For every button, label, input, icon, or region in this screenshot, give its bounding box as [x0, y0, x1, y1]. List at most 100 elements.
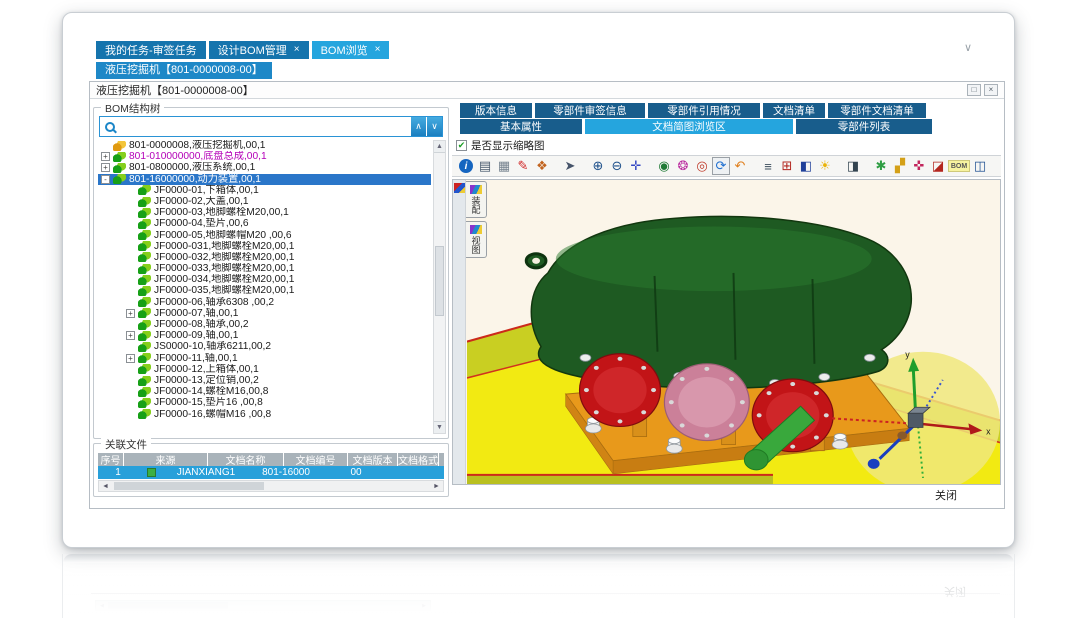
expander-icon[interactable]	[126, 376, 135, 385]
info-icon[interactable]: i	[459, 159, 473, 173]
light-icon[interactable]: ☀	[816, 157, 834, 175]
info-tab[interactable]: 版本信息	[460, 103, 532, 118]
section-icon[interactable]: ◪	[929, 157, 947, 175]
close-button[interactable]: 关闭	[935, 487, 957, 503]
viewer-side-tab[interactable]: 视图	[466, 221, 487, 258]
tree-node[interactable]: JF0000-01,下箱体,00,1	[98, 185, 431, 196]
info-tab[interactable]: 文档清单	[763, 103, 825, 118]
expander-icon[interactable]	[126, 398, 135, 407]
tree-node[interactable]: JF0000-033,地脚螺栓M20,00,1	[98, 263, 431, 274]
snapshot-icon[interactable]: ◨	[844, 157, 862, 175]
tree-node[interactable]: JF0000-035,地脚螺栓M20,00,1	[98, 285, 431, 296]
markup-icon[interactable]: ❖	[533, 157, 551, 175]
zoom-window-icon[interactable]: ◉	[655, 157, 673, 175]
tree-node[interactable]: JF0000-14,螺栓M16,00,8	[98, 386, 431, 397]
edit-pen-icon[interactable]: ✎	[514, 157, 532, 175]
tree-node[interactable]: JF0000-16,螺帽M16 ,00,8	[98, 409, 431, 420]
tree-node[interactable]: JS0000-10,轴承6211,00,2	[98, 341, 431, 352]
scroll-thumb[interactable]	[435, 246, 444, 316]
close-icon[interactable]: ×	[984, 84, 998, 96]
expander-icon[interactable]	[126, 197, 135, 206]
bom-icon[interactable]: BOM	[948, 160, 970, 172]
expander-icon[interactable]: +	[126, 331, 135, 340]
expander-icon[interactable]: -	[101, 175, 110, 184]
zoom-in-icon[interactable]: ⊕	[589, 157, 607, 175]
main-tab[interactable]: 我的任务-审签任务	[96, 41, 206, 59]
expander-icon[interactable]	[126, 298, 135, 307]
expander-icon[interactable]	[126, 231, 135, 240]
tree-node[interactable]: JF0000-05,地脚螺帽M20 ,00,6	[98, 230, 431, 241]
expander-icon[interactable]: +	[101, 152, 110, 161]
search-prev-icon[interactable]: ∧	[411, 117, 426, 136]
fit-window-icon[interactable]: ✛	[627, 157, 645, 175]
expander-icon[interactable]	[101, 141, 110, 150]
thumbnail-panel-icon[interactable]	[454, 183, 465, 193]
expander-icon[interactable]	[126, 264, 135, 273]
explode-icon[interactable]: ✱	[872, 157, 890, 175]
files-hscrollbar[interactable]: ◄ ►	[98, 480, 444, 492]
render-mode-icon[interactable]: ◧	[797, 157, 815, 175]
expander-icon[interactable]	[126, 287, 135, 296]
info-tab[interactable]: 基本属性	[460, 119, 582, 134]
tree-node[interactable]: 801-0000008,液压挖掘机,00,1	[98, 140, 431, 151]
tree-node[interactable]: + 801-0800000,液压系统,00,1	[98, 162, 431, 173]
tree-node[interactable]: + JF0000-07,轴,00,1	[98, 308, 431, 319]
tree-node[interactable]: JF0000-04,垫片,00,6	[98, 218, 431, 229]
main-tab[interactable]: 设计BOM管理 ×	[209, 41, 309, 59]
3d-viewer[interactable]: 装配 视图	[452, 179, 1001, 485]
tree-node[interactable]: + JF0000-09,轴,00,1	[98, 330, 431, 341]
zoom-select-icon[interactable]: ❂	[674, 157, 692, 175]
expander-icon[interactable]	[126, 342, 135, 351]
tree-node[interactable]: JF0000-03,地脚螺栓M20,00,1	[98, 207, 431, 218]
expander-icon[interactable]	[126, 253, 135, 262]
search-input[interactable]	[120, 117, 410, 136]
expander-icon[interactable]	[126, 320, 135, 329]
restore-icon[interactable]: □	[967, 84, 981, 96]
tree-node[interactable]: JF0000-02,大盖,00,1	[98, 196, 431, 207]
tree-node[interactable]: JF0000-08,轴承,00,2	[98, 319, 431, 330]
tree-node[interactable]: + 801-010000000,底盘总成,00,1	[98, 151, 431, 162]
tab-close-icon[interactable]: ×	[294, 45, 300, 55]
scroll-down-icon[interactable]: ▼	[434, 421, 445, 433]
tree-node[interactable]: + JF0000-11,轴,00,1	[98, 353, 431, 364]
preview-icon[interactable]: ▤	[476, 157, 494, 175]
rotate-icon[interactable]: ⟳	[712, 157, 730, 175]
scroll-left-icon[interactable]: ◄	[99, 483, 112, 490]
tree-node[interactable]: JF0000-06,轴承6308 ,00,2	[98, 297, 431, 308]
tab-close-icon[interactable]: ×	[375, 45, 381, 55]
info-tab[interactable]: 文档简图浏览区	[585, 119, 793, 134]
rotate-center-icon[interactable]: ◎	[693, 157, 711, 175]
expander-icon[interactable]: +	[101, 163, 110, 172]
main-tab[interactable]: BOM浏览 ×	[312, 41, 390, 59]
tree-scrollbar[interactable]: ▲ ▼	[433, 140, 446, 434]
expander-icon[interactable]	[126, 219, 135, 228]
info-tab[interactable]: 零部件审签信息	[535, 103, 645, 118]
scroll-right-icon[interactable]: ►	[430, 483, 443, 490]
view-undo-icon[interactable]: ↶	[731, 157, 749, 175]
viewer-side-tab[interactable]: 装配	[466, 181, 487, 218]
layers-icon[interactable]: ≡	[759, 157, 777, 175]
tree-node[interactable]: - 801-16000000,动力装置,00,1	[98, 174, 431, 185]
tree-node[interactable]: JF0000-031,地脚螺栓M20,00,1	[98, 241, 431, 252]
expander-icon[interactable]	[126, 186, 135, 195]
expander-icon[interactable]	[126, 365, 135, 374]
document-subtab[interactable]: 液压挖掘机【801-0000008-00】	[96, 62, 272, 79]
axis-icon[interactable]: ✜	[910, 157, 928, 175]
tree-node[interactable]: JF0000-15,垫片16 ,00,8	[98, 397, 431, 408]
tabbar-chevron-icon[interactable]: ∨	[964, 41, 972, 54]
expander-icon[interactable]	[126, 387, 135, 396]
info-tab[interactable]: 零部件引用情况	[648, 103, 760, 118]
assemble-icon[interactable]: ▞	[891, 157, 909, 175]
files-table-row[interactable]: 1 JIANXIANG1 801-16000 00	[98, 466, 444, 479]
info-tab[interactable]: 零部件列表	[796, 119, 932, 134]
tree-node[interactable]: JF0000-034,地脚螺栓M20,00,1	[98, 274, 431, 285]
info-tab[interactable]: 零部件文档清单	[828, 103, 926, 118]
search-next-icon[interactable]: ∨	[427, 117, 442, 136]
tree-node[interactable]: JF0000-032,地脚螺栓M20,00,1	[98, 252, 431, 263]
expander-icon[interactable]	[126, 242, 135, 251]
measure-icon[interactable]: ⊞	[778, 157, 796, 175]
expander-icon[interactable]	[126, 410, 135, 419]
expander-icon[interactable]	[126, 208, 135, 217]
3d-model-canvas[interactable]: x y	[467, 180, 1000, 484]
zoom-out-icon[interactable]: ⊖	[608, 157, 626, 175]
